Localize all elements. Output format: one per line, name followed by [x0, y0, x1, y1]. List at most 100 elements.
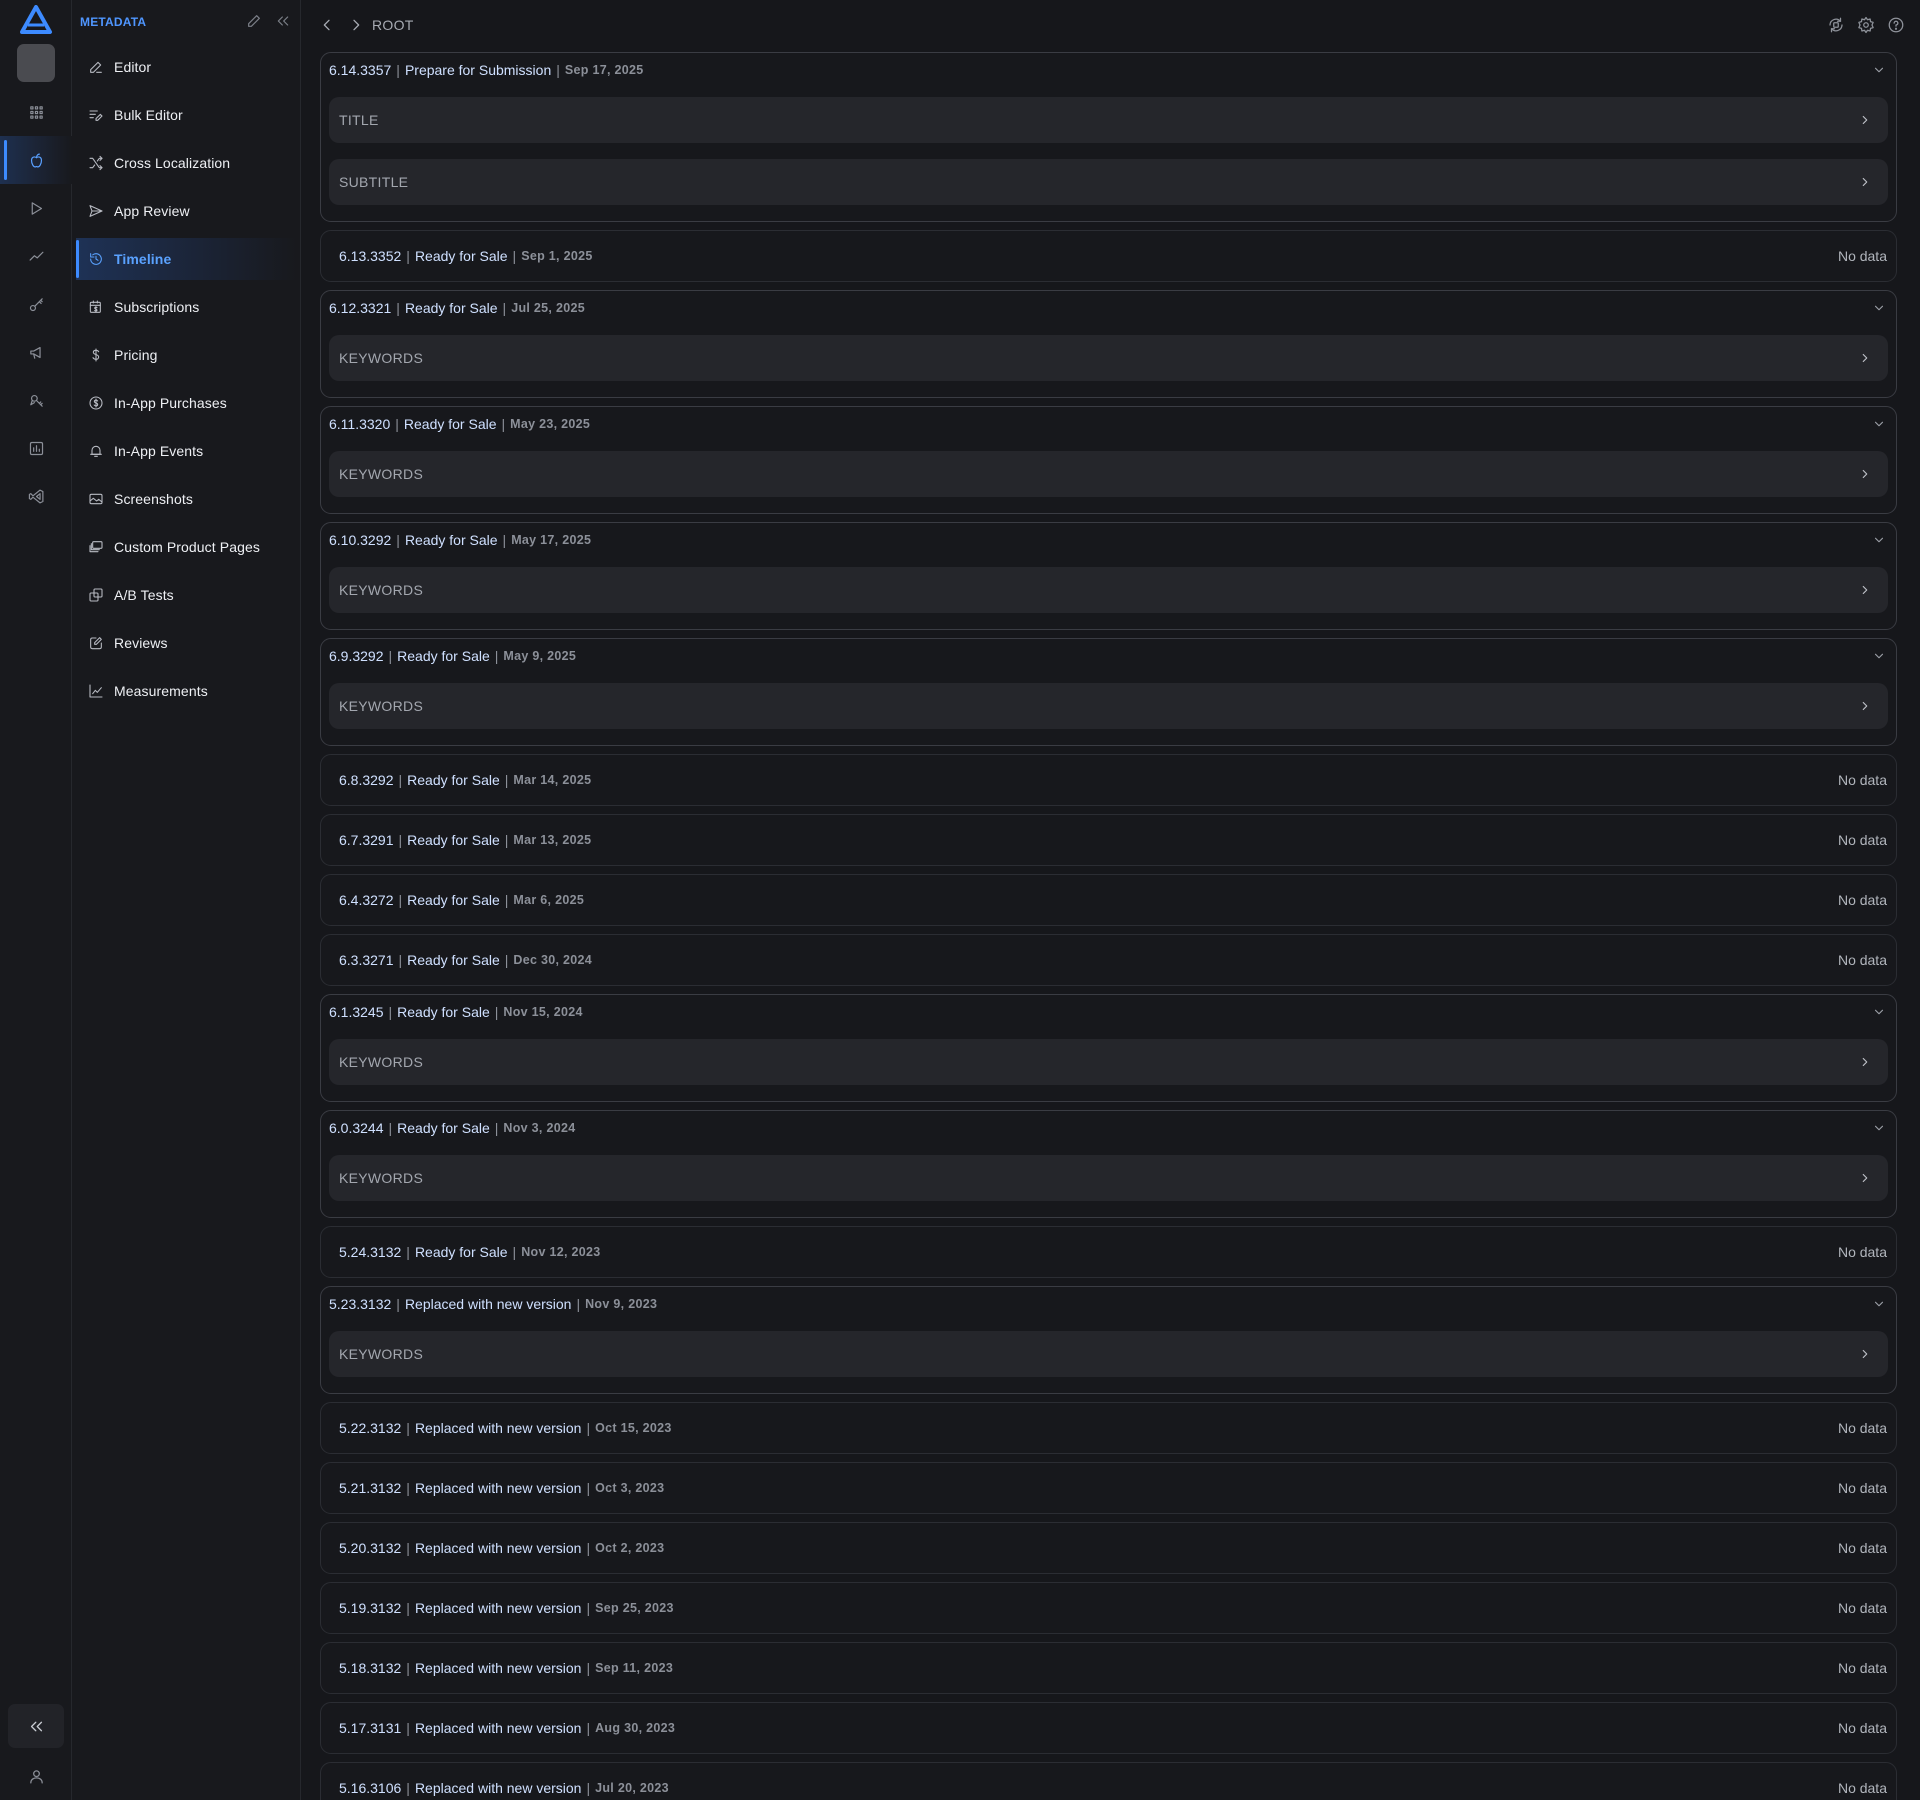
separator: |	[406, 1720, 410, 1736]
sidebar-item-reviews[interactable]: Reviews	[76, 622, 296, 664]
version-card: 5.23.3132 | Replaced with new version | Nov …	[320, 1286, 1897, 1394]
version-header[interactable]: 6.10.3292 | Ready for Sale | May 17, 2025	[321, 523, 1896, 557]
version-header[interactable]: 6.0.3244 | Ready for Sale | Nov 3, 2024	[321, 1111, 1896, 1145]
sidebar-item-a-b-tests[interactable]: A/B Tests	[76, 574, 296, 616]
history-icon	[90, 253, 102, 265]
sidebar-item-screenshots[interactable]: Screenshots	[76, 478, 296, 520]
chevron-down-icon[interactable]	[1872, 533, 1886, 547]
help-icon[interactable]	[1887, 16, 1905, 34]
logo-triangle-icon[interactable]	[19, 5, 53, 35]
metadata-field-row[interactable]: KEYWORDS	[329, 451, 1888, 497]
version-header[interactable]: 6.1.3245 | Ready for Sale | Nov 15, 2024	[321, 995, 1896, 1029]
metadata-field-row[interactable]: TITLE	[329, 97, 1888, 143]
rail-item-apple[interactable]	[0, 136, 72, 184]
breadcrumb[interactable]: ROOT	[372, 17, 414, 33]
version-status: Replaced with new version	[404, 1296, 572, 1312]
version-header[interactable]: 6.14.3357 | Prepare for Submission | Sep 17,…	[321, 53, 1896, 87]
sidebar-item-in-app-purchases[interactable]: In-App Purchases	[76, 382, 296, 424]
no-data-label: No data	[1837, 952, 1887, 968]
image-icon	[89, 493, 103, 505]
version-header[interactable]: 5.17.3131 | Replaced with new version | Aug …	[321, 1703, 1896, 1753]
version-fields: KEYWORDS	[321, 1321, 1896, 1377]
version-header[interactable]: 6.12.3321 | Ready for Sale | Jul 25, 2025	[321, 291, 1896, 325]
sidebar-item-label: Screenshots	[114, 491, 193, 507]
rail-item-megaphone[interactable]	[0, 328, 72, 376]
sidebar-item-custom-product-pages[interactable]: Custom Product Pages	[76, 526, 296, 568]
rail-item-vscode[interactable]	[0, 472, 72, 520]
chevron-down-icon[interactable]	[1872, 301, 1886, 315]
chevron-down-icon[interactable]	[1872, 417, 1886, 431]
chevron-right-icon	[1858, 175, 1872, 189]
rail-item-chart-box[interactable]	[0, 424, 72, 472]
settings-icon[interactable]	[1857, 16, 1875, 34]
version-status: Replaced with new version	[414, 1600, 582, 1616]
rail-item-key[interactable]	[0, 280, 72, 328]
double-chevron-left-icon	[30, 1721, 42, 1731]
metadata-field-row[interactable]: KEYWORDS	[329, 1039, 1888, 1085]
sidebar-item-bulk-editor[interactable]: Bulk Editor	[76, 94, 296, 136]
app-avatar[interactable]	[17, 44, 55, 82]
sidebar-item-pricing[interactable]: Pricing	[76, 334, 296, 376]
version-header[interactable]: 6.8.3292 | Ready for Sale | Mar 14, 2025 No d…	[321, 755, 1896, 805]
chevron-right-icon	[1858, 1171, 1872, 1185]
chevron-down-icon[interactable]	[1872, 1121, 1886, 1135]
version-header[interactable]: 5.16.3106 | Replaced with new version | Jul …	[321, 1763, 1896, 1800]
version-header[interactable]: 5.19.3132 | Replaced with new version | Sep …	[321, 1583, 1896, 1633]
sidebar-item-timeline[interactable]: Timeline	[76, 238, 296, 280]
chevron-down-icon[interactable]	[1872, 63, 1886, 77]
version-card: 6.10.3292 | Ready for Sale | May 17, 2025 KEY…	[320, 522, 1897, 630]
version-header[interactable]: 6.13.3352 | Ready for Sale | Sep 1, 2025 No d…	[321, 231, 1896, 281]
sidebar-item-editor[interactable]: Editor	[76, 46, 296, 88]
chevron-down-icon[interactable]	[1872, 1297, 1886, 1311]
version-header[interactable]: 6.4.3272 | Ready for Sale | Mar 6, 2025 No da…	[321, 875, 1896, 925]
version-number: 5.17.3131	[339, 1720, 402, 1736]
sidebar-item-cross-localization[interactable]: Cross Localization	[76, 142, 296, 184]
version-fields: KEYWORDS	[321, 325, 1896, 381]
metadata-field-row[interactable]: KEYWORDS	[329, 567, 1888, 613]
rail-item-keys[interactable]	[0, 376, 72, 424]
refresh-icon[interactable]	[1827, 16, 1845, 34]
version-number: 5.24.3132	[339, 1244, 402, 1260]
version-header[interactable]: 5.23.3132 | Replaced with new version | Nov …	[321, 1287, 1896, 1321]
user-profile-button[interactable]	[0, 1756, 72, 1796]
version-header[interactable]: 5.18.3132 | Replaced with new version | Sep …	[321, 1643, 1896, 1693]
separator: |	[504, 952, 509, 968]
no-data-label: No data	[1837, 1720, 1887, 1736]
version-fields: KEYWORDS	[321, 1145, 1896, 1201]
version-header[interactable]: 6.7.3291 | Ready for Sale | Mar 13, 2025 No d…	[321, 815, 1896, 865]
version-header[interactable]: 5.22.3132 | Replaced with new version | Oct …	[321, 1403, 1896, 1453]
version-header[interactable]: 6.3.3271 | Ready for Sale | Dec 30, 2024 No d…	[321, 935, 1896, 985]
version-header[interactable]: 5.20.3132 | Replaced with new version | Oct …	[321, 1523, 1896, 1573]
rail-item-trend[interactable]	[0, 232, 72, 280]
metadata-field-row[interactable]: KEYWORDS	[329, 1155, 1888, 1201]
field-label: KEYWORDS	[339, 1054, 424, 1070]
forward-chevron-icon[interactable]	[348, 17, 364, 33]
metadata-field-row[interactable]: KEYWORDS	[329, 1331, 1888, 1377]
rail-item-play[interactable]	[0, 184, 72, 232]
version-status: Ready for Sale	[404, 300, 498, 316]
sidebar-item-subscriptions[interactable]: Subscriptions	[76, 286, 296, 328]
version-header[interactable]: 5.24.3132 | Ready for Sale | Nov 12, 2023 No …	[321, 1227, 1896, 1277]
chevron-right-icon	[1858, 113, 1872, 127]
back-chevron-icon[interactable]	[319, 17, 335, 33]
version-number: 5.21.3132	[339, 1480, 402, 1496]
metadata-field-row[interactable]: SUBTITLE	[329, 159, 1888, 205]
separator: |	[396, 532, 400, 548]
edit-icon[interactable]	[246, 13, 262, 29]
chevron-down-icon[interactable]	[1872, 1005, 1886, 1019]
collapse-sidebar-icon[interactable]	[275, 13, 291, 29]
version-number: 6.9.3292	[329, 648, 384, 664]
version-header[interactable]: 5.21.3132 | Replaced with new version | Oct …	[321, 1463, 1896, 1513]
chevron-down-icon[interactable]	[1872, 649, 1886, 663]
metadata-field-row[interactable]: KEYWORDS	[329, 683, 1888, 729]
collapse-rail-button[interactable]	[8, 1704, 64, 1748]
sidebar-item-in-app-events[interactable]: In-App Events	[76, 430, 296, 472]
version-header[interactable]: 6.9.3292 | Ready for Sale | May 9, 2025	[321, 639, 1896, 673]
version-status: Ready for Sale	[397, 1120, 490, 1136]
metadata-field-row[interactable]: KEYWORDS	[329, 335, 1888, 381]
sidebar-item-app-review[interactable]: App Review	[76, 190, 296, 232]
rail-item-grid[interactable]	[0, 88, 72, 136]
version-header[interactable]: 6.11.3320 | Ready for Sale | May 23, 2025	[321, 407, 1896, 441]
separator: |	[512, 1244, 517, 1260]
sidebar-item-measurements[interactable]: Measurements	[76, 670, 296, 712]
